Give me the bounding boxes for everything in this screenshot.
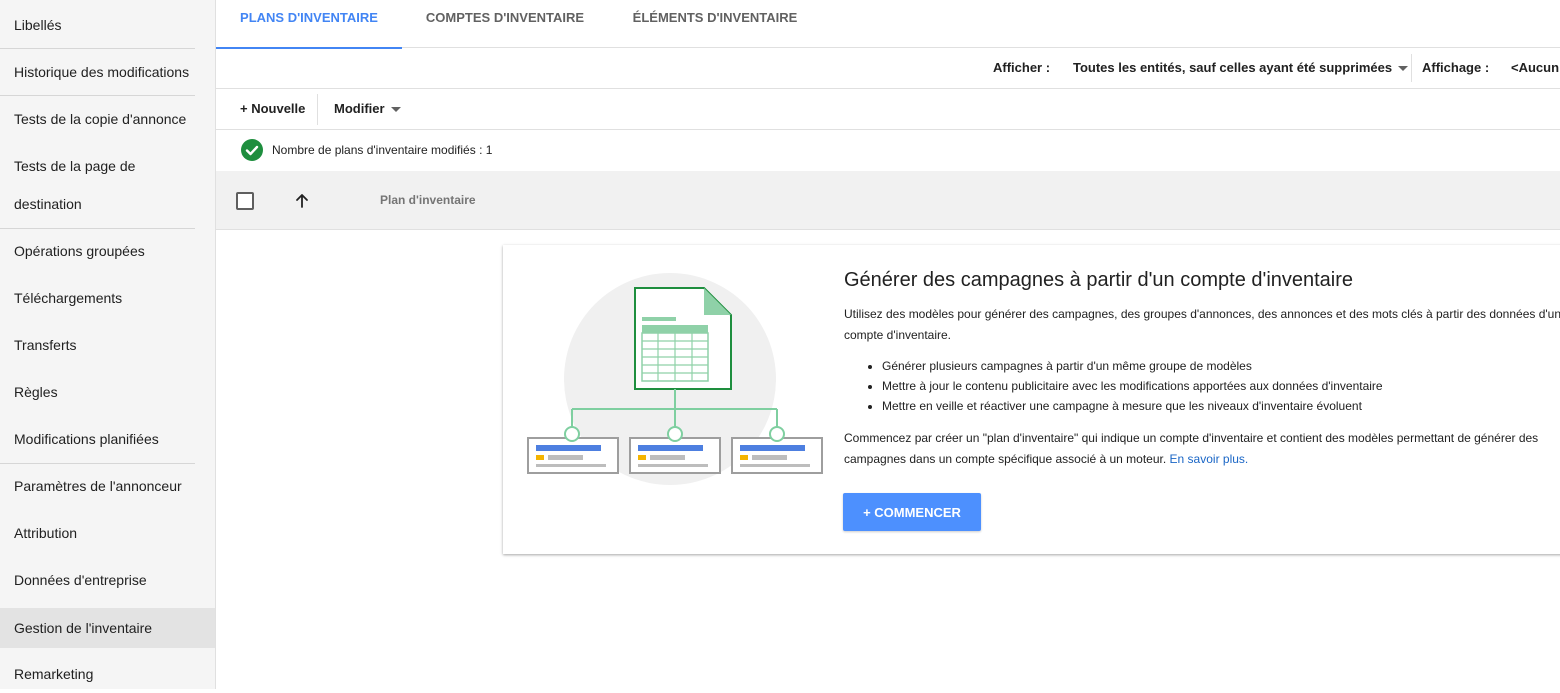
sidebar-item-transfers[interactable]: Transferts <box>0 326 215 364</box>
filter-bar: Afficher : Toutes les entités, sauf cell… <box>216 48 1560 89</box>
chevron-down-icon <box>390 107 401 113</box>
show-filter-value: Toutes les entités, sauf celles ayant ét… <box>1073 60 1393 75</box>
list-item: Mettre à jour le contenu publicitaire av… <box>882 376 1383 396</box>
empty-state-instructions: Commencez par créer un "plan d'inventair… <box>844 428 1560 470</box>
select-all-checkbox[interactable] <box>236 192 254 210</box>
chevron-down-icon <box>1398 66 1409 72</box>
list-item: Mettre en veille et réactiver une campag… <box>882 396 1383 416</box>
sidebar-item-ad-copy-tests[interactable]: Tests de la copie d'annonce <box>0 100 215 138</box>
sidebar-item-change-history[interactable]: Historique des modifications <box>0 53 215 91</box>
sidebar-divider <box>0 228 195 229</box>
empty-state-title: Générer des campagnes à partir d'un comp… <box>844 269 1354 291</box>
sidebar-item-inventory-management[interactable]: Gestion de l'inventaire <box>0 608 215 648</box>
tab-inventory-accounts[interactable]: COMPTES D'INVENTAIRE <box>412 0 598 48</box>
toolbar-divider <box>317 94 318 125</box>
status-message: Nombre de plans d'inventaire modifiés : … <box>216 130 1560 171</box>
tab-bar: PLANS D'INVENTAIRE COMPTES D'INVENTAIRE … <box>216 0 1560 49</box>
sidebar-item-labels[interactable]: Libellés <box>0 6 215 44</box>
table-header: Plan d'inventaire <box>216 171 1560 230</box>
check-circle-icon <box>241 139 263 161</box>
list-item: Générer plusieurs campagnes à partir d'u… <box>882 356 1383 376</box>
sidebar-divider <box>0 48 195 49</box>
empty-state-card: Générer des campagnes à partir d'un comp… <box>503 245 1560 554</box>
sidebar-item-rules[interactable]: Règles <box>0 373 215 411</box>
sidebar-item-bulk-operations[interactable]: Opérations groupées <box>0 232 215 270</box>
filter-divider <box>1411 54 1412 82</box>
learn-more-link[interactable]: En savoir plus. <box>1170 452 1249 466</box>
sidebar: Libellés Historique des modifications Te… <box>0 0 216 689</box>
inventory-illustration <box>527 273 823 485</box>
sidebar-item-business-data[interactable]: Données d'entreprise <box>0 561 215 599</box>
display-dropdown[interactable]: <Aucun a <box>1511 48 1560 88</box>
modify-dropdown[interactable]: Modifier <box>334 89 401 129</box>
new-button[interactable]: + Nouvelle <box>240 89 305 129</box>
display-label: Affichage : <box>1422 60 1490 75</box>
sidebar-item-advertiser-settings[interactable]: Paramètres de l'annonceur <box>0 467 215 505</box>
arrow-up-icon[interactable] <box>292 191 312 211</box>
sidebar-item-scheduled-changes[interactable]: Modifications planifiées <box>0 420 215 458</box>
feature-list: Générer plusieurs campagnes à partir d'u… <box>862 356 1383 416</box>
show-filter-dropdown[interactable]: Toutes les entités, sauf celles ayant ét… <box>1073 48 1409 88</box>
sidebar-item-landing-page-tests[interactable]: Tests de la page de destination <box>0 147 200 223</box>
toolbar: + Nouvelle Modifier <box>216 89 1560 130</box>
status-text: Nombre de plans d'inventaire modifiés : … <box>272 143 493 157</box>
sidebar-divider <box>0 95 195 96</box>
sidebar-item-downloads[interactable]: Téléchargements <box>0 279 215 317</box>
column-header-inventory-plan[interactable]: Plan d'inventaire <box>380 171 476 229</box>
modify-label: Modifier <box>334 101 385 116</box>
sidebar-divider <box>0 463 195 464</box>
tab-inventory-plans[interactable]: PLANS D'INVENTAIRE <box>216 0 402 49</box>
sidebar-item-remarketing[interactable]: Remarketing <box>0 655 215 693</box>
sidebar-item-attribution[interactable]: Attribution <box>0 514 215 552</box>
show-filter-label: Afficher : <box>993 60 1051 75</box>
empty-state-description: Utilisez des modèles pour générer des ca… <box>844 307 1560 342</box>
start-button[interactable]: + COMMENCER <box>843 493 981 531</box>
tab-inventory-items[interactable]: ÉLÉMENTS D'INVENTAIRE <box>620 0 810 48</box>
